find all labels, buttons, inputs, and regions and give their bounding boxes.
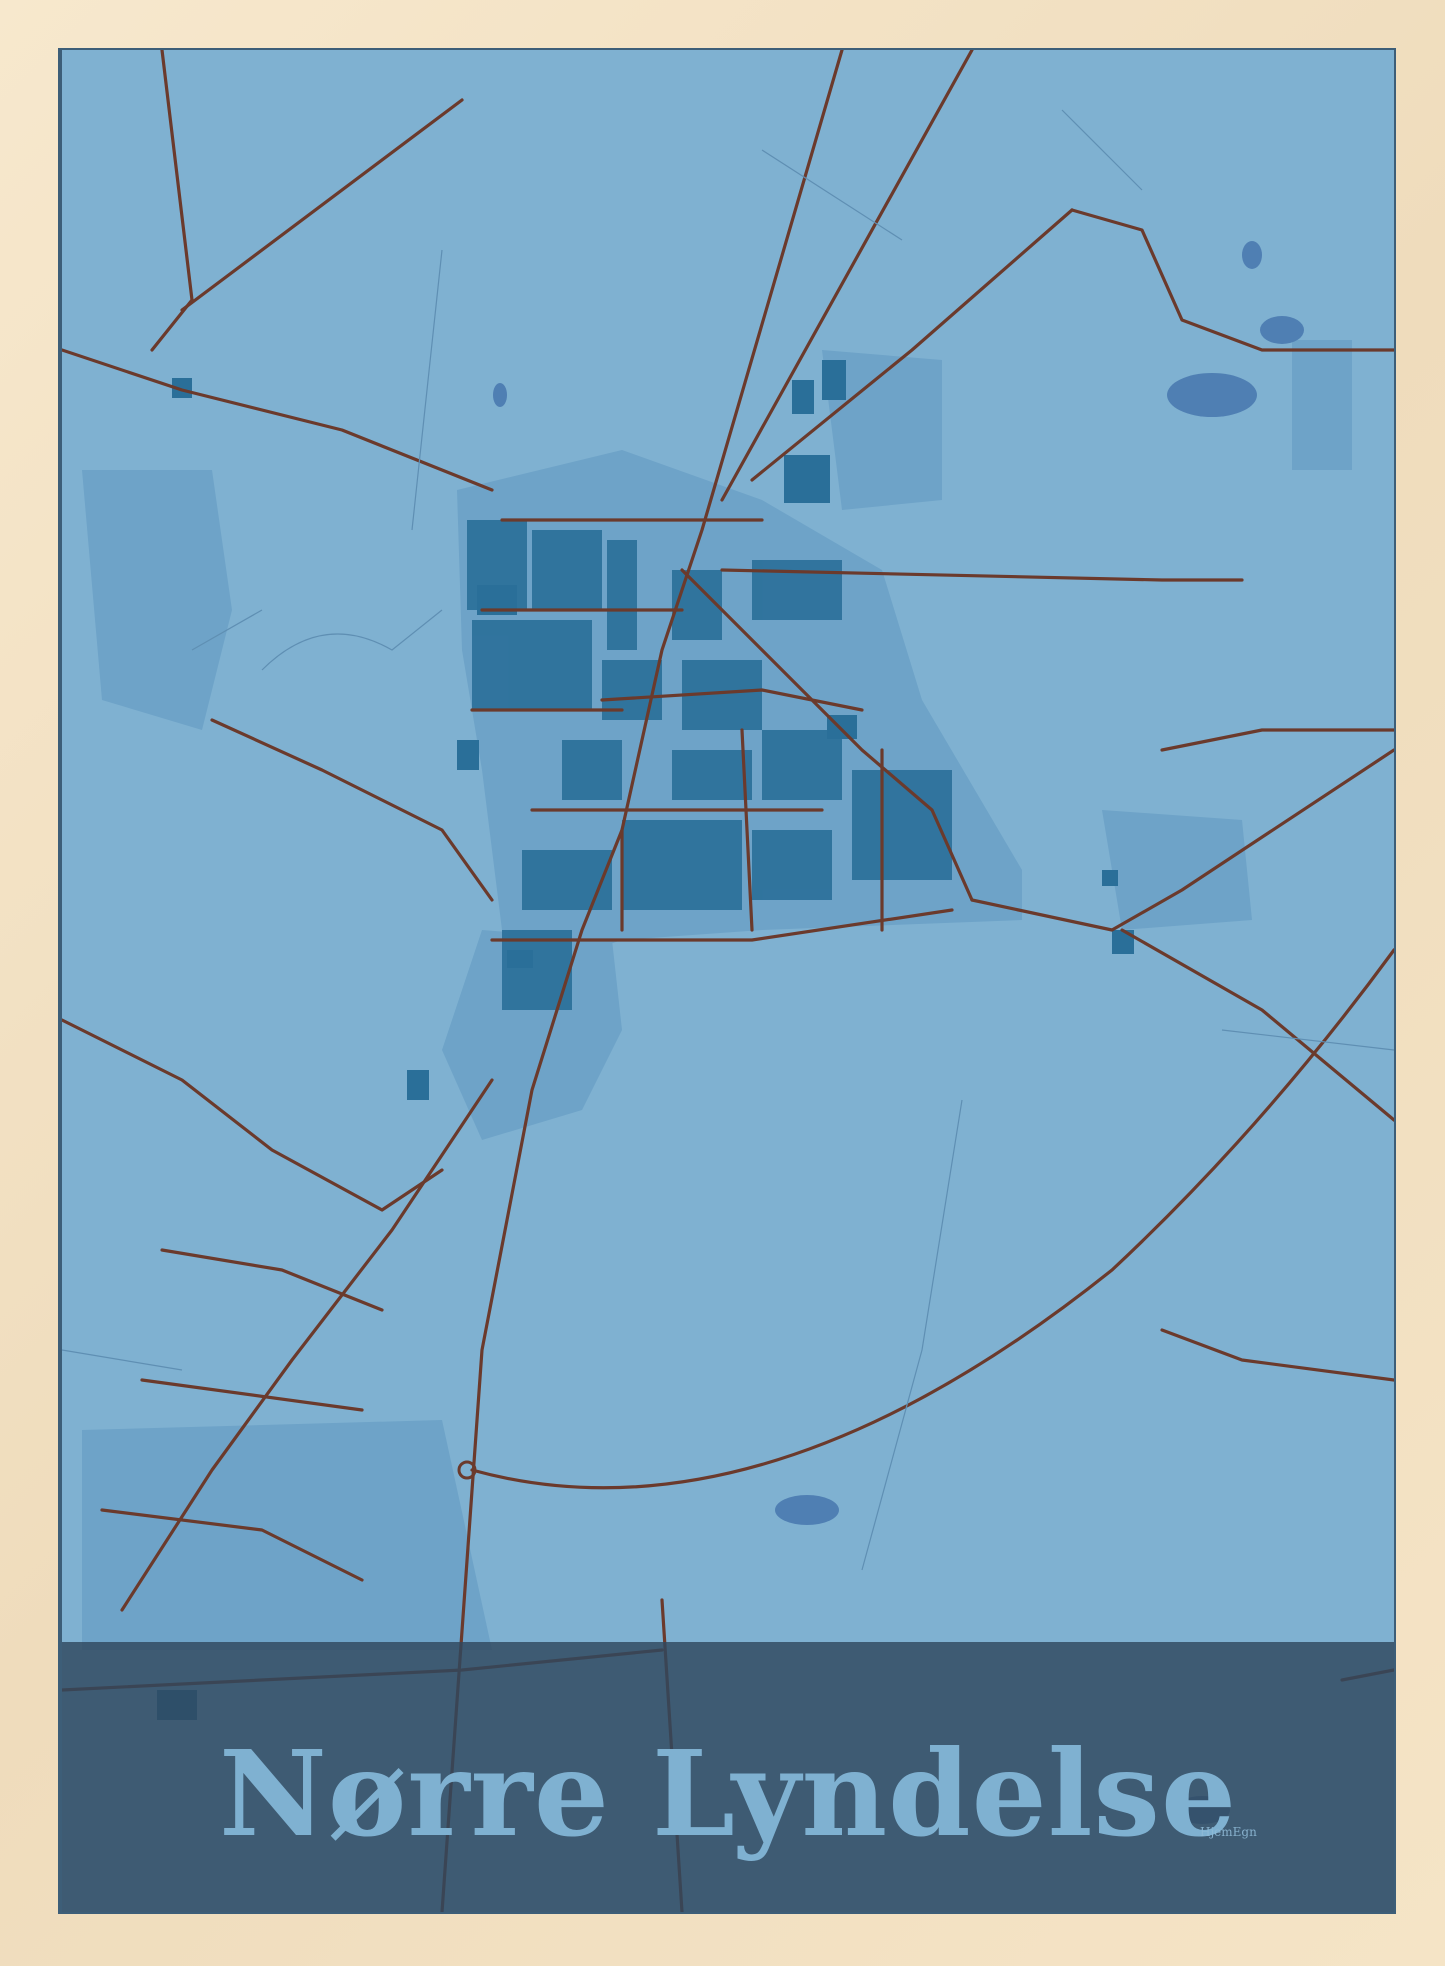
lake bbox=[1167, 373, 1257, 417]
southwest-village-area bbox=[82, 1420, 492, 1650]
street-map bbox=[62, 50, 1394, 1912]
road-northwest-2 bbox=[150, 50, 194, 352]
pond bbox=[775, 1495, 839, 1525]
northeast-area bbox=[1292, 340, 1352, 470]
road-east-top bbox=[1070, 208, 1394, 352]
landuse-areas bbox=[82, 340, 1352, 1650]
east-farm-area bbox=[1102, 810, 1252, 930]
road-village-1 bbox=[160, 1248, 384, 1312]
road-southwest bbox=[210, 718, 494, 902]
poster: Nørre Lyndelse HjemEgn bbox=[62, 50, 1394, 1912]
lake bbox=[1260, 316, 1304, 344]
pond bbox=[1242, 241, 1262, 269]
road-far-east bbox=[1160, 728, 1394, 752]
road-west-lower bbox=[62, 1018, 444, 1212]
brand-mark: HjemEgn bbox=[1200, 1825, 1257, 1839]
pond bbox=[493, 383, 507, 407]
road-village-2 bbox=[140, 1378, 364, 1412]
west-farm-area bbox=[82, 470, 232, 730]
poster-title: Nørre Lyndelse bbox=[218, 1724, 1238, 1863]
road-northwest bbox=[180, 98, 464, 312]
road-west bbox=[62, 348, 494, 492]
road-southeast-lane bbox=[1160, 1328, 1394, 1382]
road-east-lower bbox=[1120, 928, 1394, 1122]
